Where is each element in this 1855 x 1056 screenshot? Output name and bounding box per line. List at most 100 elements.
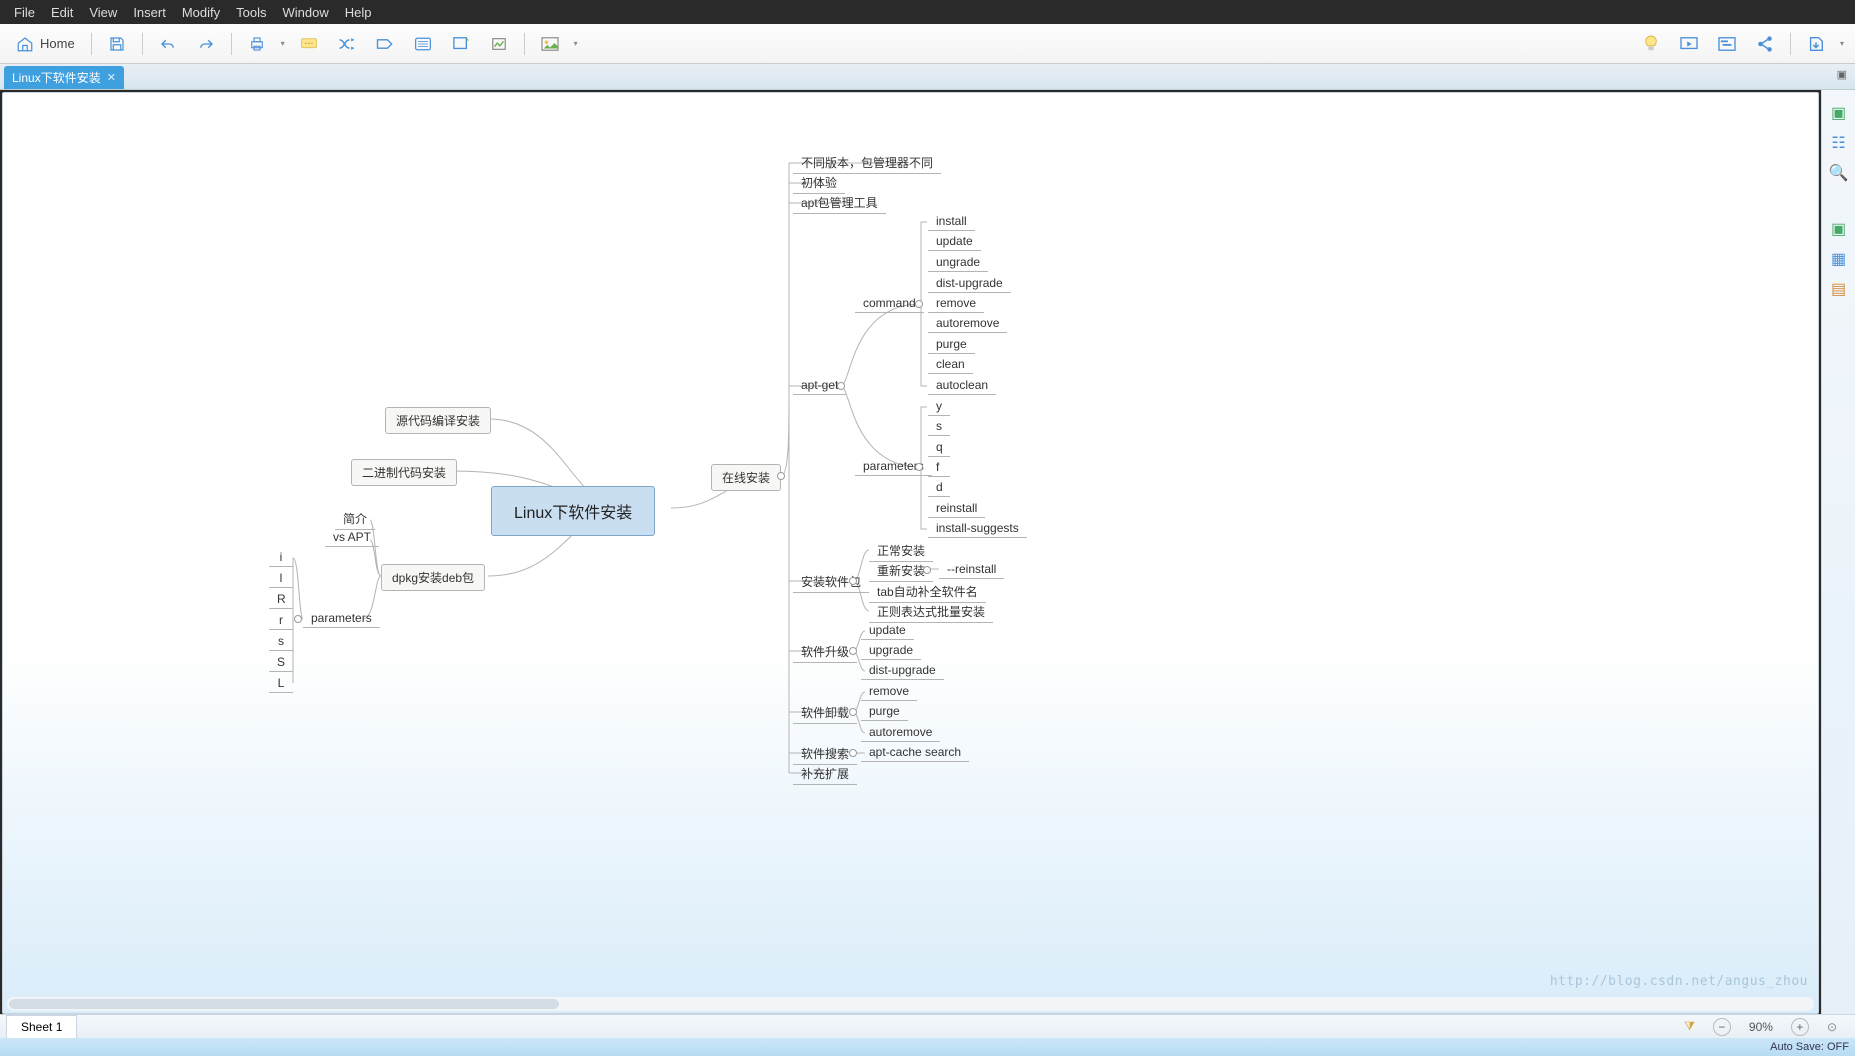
undo-button[interactable] [151, 29, 185, 59]
leaf-par-install-sugg[interactable]: install-suggests [928, 519, 1027, 538]
expand-dot-install-pkg[interactable] [849, 577, 857, 585]
leaf-un-remove[interactable]: remove [861, 682, 917, 701]
leaf-param-i[interactable]: i [269, 548, 293, 567]
leaf-reinstall-flag[interactable]: --reinstall [939, 560, 1004, 579]
node-source-build[interactable]: 源代码编译安装 [385, 407, 491, 434]
leaf-par-y[interactable]: y [928, 397, 950, 416]
leaf-par-s[interactable]: s [928, 417, 950, 436]
leaf-apt-tool[interactable]: apt包管理工具 [793, 192, 886, 214]
restore-panel-icon[interactable]: ▣ [1828, 102, 1850, 124]
leaf-param-r[interactable]: r [269, 611, 293, 630]
leaf-versions[interactable]: 不同版本，包管理器不同 [793, 152, 941, 174]
leaf-par-d[interactable]: d [928, 478, 950, 497]
leaf-uninstall[interactable]: 软件卸载 [793, 702, 857, 724]
print-button[interactable] [240, 29, 274, 59]
leaf-cmd-autoclean[interactable]: autoclean [928, 376, 996, 395]
leaf-command[interactable]: command [855, 294, 924, 313]
node-online-install[interactable]: 在线安装 [711, 464, 781, 491]
node-dpkg[interactable]: dpkg安装deb包 [381, 564, 485, 591]
print-dropdown[interactable]: ▾ [278, 39, 288, 48]
leaf-cmd-clean[interactable]: clean [928, 355, 973, 374]
leaf-dpkg-vs-apt[interactable]: vs APT [325, 528, 379, 547]
props-icon[interactable]: ▦ [1828, 248, 1850, 270]
share-button[interactable] [1748, 29, 1782, 59]
leaf-install-pkg[interactable]: 安装软件包 [793, 571, 869, 593]
leaf-cmd-autoremove[interactable]: autoremove [928, 314, 1007, 333]
gantt-button[interactable] [1710, 29, 1744, 59]
leaf-par-q[interactable]: q [928, 438, 950, 457]
expand-dot-search[interactable] [849, 749, 857, 757]
zoom-in-button[interactable]: + [1791, 1018, 1809, 1036]
menu-insert[interactable]: Insert [125, 5, 174, 20]
notes-icon[interactable]: ▤ [1828, 278, 1850, 300]
menu-tools[interactable]: Tools [228, 5, 274, 20]
leaf-param-R[interactable]: R [269, 590, 293, 609]
note-button[interactable] [292, 29, 326, 59]
menu-file[interactable]: File [6, 5, 43, 20]
leaf-apt-cache-search[interactable]: apt-cache search [861, 743, 969, 762]
menu-edit[interactable]: Edit [43, 5, 81, 20]
menu-window[interactable]: Window [274, 5, 336, 20]
leaf-param-s[interactable]: s [269, 632, 293, 651]
leaf-par-reinstall[interactable]: reinstall [928, 499, 985, 518]
image-button[interactable] [533, 29, 567, 59]
sheet-tab-1[interactable]: Sheet 1 [6, 1015, 77, 1038]
expand-dot-online[interactable] [777, 472, 785, 480]
redo-button[interactable] [189, 29, 223, 59]
menu-view[interactable]: View [81, 5, 125, 20]
label-button[interactable] [368, 29, 402, 59]
zoom-out-button[interactable]: − [1713, 1018, 1731, 1036]
export-button[interactable] [1799, 29, 1833, 59]
zoom-reset-icon[interactable]: ⊙ [1819, 1020, 1845, 1034]
leaf-search[interactable]: 软件搜索 [793, 743, 857, 765]
horizontal-scrollbar[interactable] [7, 997, 1814, 1011]
leaf-tab-complete[interactable]: tab自动补全软件名 [869, 581, 986, 603]
leaf-up-dist-upgrade[interactable]: dist-upgrade [861, 661, 944, 680]
expand-dot-params2[interactable] [915, 463, 923, 471]
expand-dot-command[interactable] [915, 300, 923, 308]
leaf-first-try[interactable]: 初体验 [793, 172, 845, 194]
menu-modify[interactable]: Modify [174, 5, 228, 20]
node-center[interactable]: Linux下软件安装 [491, 486, 655, 536]
leaf-cmd-remove[interactable]: remove [928, 294, 984, 313]
presentation-button[interactable] [1672, 29, 1706, 59]
leaf-dpkg-parameters[interactable]: parameters [303, 609, 380, 628]
restore-panel2-icon[interactable]: ▣ [1828, 218, 1850, 240]
leaf-install-normal[interactable]: 正常安装 [869, 540, 933, 562]
leaf-up-update[interactable]: update [861, 621, 914, 640]
filter-icon[interactable]: ⧩ [1676, 1019, 1703, 1034]
node-binary-install[interactable]: 二进制代码安装 [351, 459, 457, 486]
expand-dot-dpkg-params[interactable] [294, 615, 302, 623]
relationship-button[interactable] [330, 29, 364, 59]
export-dropdown[interactable]: ▾ [1837, 39, 1847, 48]
autosave-status[interactable]: Auto Save: OFF [1764, 1041, 1855, 1053]
zoom-fit-icon[interactable]: 🔍 [1828, 162, 1850, 184]
expand-dot-reinstall[interactable] [923, 566, 931, 574]
leaf-un-autoremove[interactable]: autoremove [861, 723, 940, 742]
leaf-upgrade[interactable]: 软件升级 [793, 641, 857, 663]
menu-help[interactable]: Help [337, 5, 380, 20]
maximize-editor-icon[interactable]: ▣ [1829, 64, 1855, 89]
leaf-regex-install[interactable]: 正则表达式批量安装 [869, 601, 993, 623]
leaf-param-S[interactable]: S [269, 653, 293, 672]
image-dropdown[interactable]: ▾ [571, 39, 581, 48]
expand-dot-upgrade[interactable] [849, 647, 857, 655]
outline-icon[interactable]: ☷ [1828, 132, 1850, 154]
leaf-cmd-purge[interactable]: purge [928, 335, 975, 354]
leaf-cmd-install[interactable]: install [928, 212, 975, 231]
leaf-param-l[interactable]: l [269, 569, 293, 588]
idea-button[interactable] [1634, 29, 1668, 59]
leaf-extra[interactable]: 补充扩展 [793, 763, 857, 785]
expand-dot-uninstall[interactable] [849, 708, 857, 716]
leaf-cmd-ungrade[interactable]: ungrade [928, 253, 988, 272]
tab-linux-install[interactable]: Linux下软件安装 ✕ [4, 66, 124, 89]
summary-button[interactable] [444, 29, 478, 59]
save-button[interactable] [100, 29, 134, 59]
home-button[interactable]: Home [8, 29, 83, 59]
marker-button[interactable] [482, 29, 516, 59]
leaf-param-L[interactable]: L [269, 674, 293, 693]
leaf-par-f[interactable]: f [928, 458, 950, 477]
leaf-up-upgrade[interactable]: upgrade [861, 641, 921, 660]
mindmap-canvas[interactable]: Linux下软件安装 源代码编译安装 二进制代码安装 dpkg安装deb包 简介… [3, 93, 1818, 995]
zoom-percent[interactable]: 90% [1741, 1020, 1781, 1034]
